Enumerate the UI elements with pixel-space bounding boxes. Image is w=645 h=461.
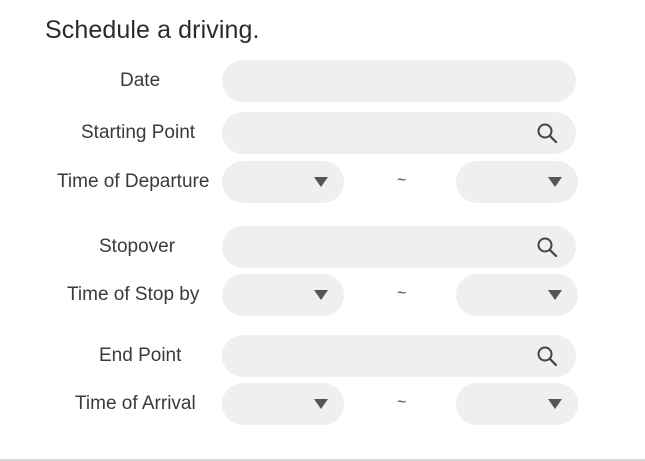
end-point-label: End Point [99, 345, 182, 366]
time-of-stop-by-label: Time of Stop by [67, 284, 200, 305]
departure-to-select[interactable] [456, 161, 578, 203]
time-of-arrival-label: Time of Arrival [75, 393, 196, 414]
time-of-departure-label: Time of Departure [57, 171, 210, 192]
arrival-from-select[interactable] [222, 383, 344, 425]
chevron-down-icon [548, 290, 562, 300]
stopover-field[interactable] [222, 226, 576, 268]
tilde-separator: ~ [397, 172, 407, 189]
page-title: Schedule a driving. [45, 16, 260, 44]
stopover-label: Stopover [99, 236, 176, 257]
search-icon[interactable] [536, 345, 558, 367]
arrival-to-select[interactable] [456, 383, 578, 425]
chevron-down-icon [314, 399, 328, 409]
end-point-field[interactable] [222, 335, 576, 377]
departure-from-select[interactable] [222, 161, 344, 203]
tilde-separator: ~ [397, 285, 407, 302]
chevron-down-icon [314, 177, 328, 187]
chevron-down-icon [548, 399, 562, 409]
search-icon[interactable] [536, 236, 558, 258]
chevron-down-icon [548, 177, 562, 187]
stop-by-to-select[interactable] [456, 274, 578, 316]
chevron-down-icon [314, 290, 328, 300]
date-field[interactable] [222, 60, 576, 102]
starting-point-field[interactable] [222, 112, 576, 154]
tilde-separator: ~ [397, 394, 407, 411]
date-label: Date [120, 70, 161, 91]
stop-by-from-select[interactable] [222, 274, 344, 316]
starting-point-label: Starting Point [81, 122, 196, 143]
search-icon[interactable] [536, 122, 558, 144]
